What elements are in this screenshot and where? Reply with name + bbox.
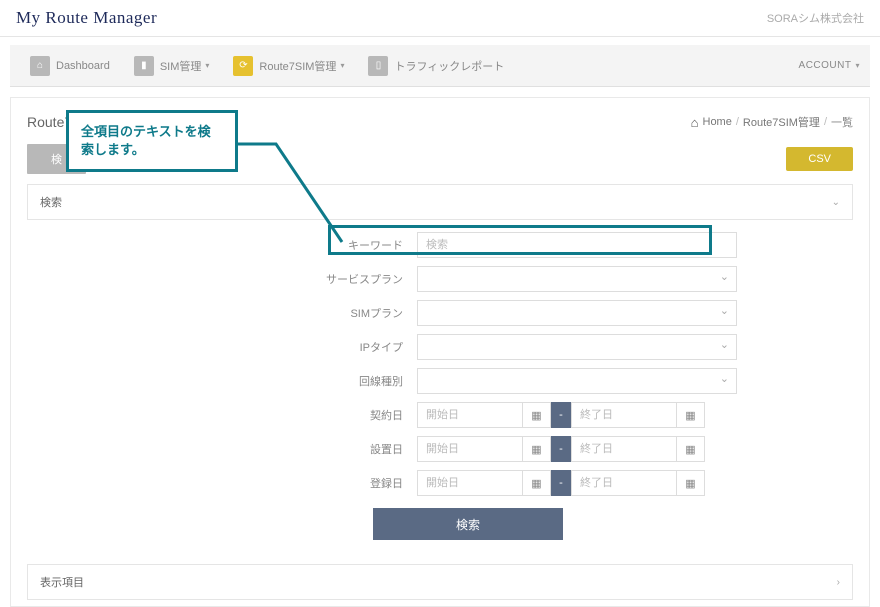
install-start-input[interactable] (417, 436, 523, 462)
nav-route7-label: Route7SIM管理 (259, 58, 336, 74)
csv-button[interactable]: CSV (786, 147, 853, 171)
calendar-icon[interactable]: ▦ (677, 436, 705, 462)
ip-type-select[interactable] (417, 334, 737, 360)
label-sim-plan: SIMプラン (27, 305, 417, 321)
breadcrumb-sep: / (736, 116, 739, 128)
chevron-down-icon: ⌄ (832, 197, 840, 208)
chart-icon: ▯ (368, 56, 388, 76)
register-start-input[interactable] (417, 470, 523, 496)
route7-icon: ⟳ (233, 56, 253, 76)
sim-plan-select[interactable] (417, 300, 737, 326)
nav-dashboard-label: Dashboard (56, 60, 110, 72)
label-register-date: 登録日 (27, 475, 417, 491)
chevron-right-icon: › (837, 577, 840, 588)
home-icon: ⌂ (30, 56, 50, 76)
date-separator: - (551, 470, 571, 496)
install-end-input[interactable] (571, 436, 677, 462)
display-items-accordion[interactable]: 表示項目 › (27, 564, 853, 600)
breadcrumb: ⌂ Home / Route7SIM管理 / 一覧 (691, 114, 853, 130)
label-service-plan: サービスプラン (27, 271, 417, 287)
breadcrumb-home[interactable]: Home (703, 116, 732, 128)
tooltip-text: 全項目のテキストを検索します。 (81, 124, 211, 157)
nav-account[interactable]: ACCOUNT ▾ (799, 60, 860, 71)
label-contract-date: 契約日 (27, 407, 417, 423)
nav-dashboard[interactable]: ⌂ Dashboard (20, 50, 120, 82)
nav-traffic[interactable]: ▯ トラフィックレポート (358, 50, 514, 82)
nav-bar: ⌂ Dashboard ▮ SIM管理 ▾ ⟳ Route7SIM管理 ▾ ▯ … (10, 45, 870, 87)
search-button[interactable]: 検索 (373, 508, 563, 540)
chevron-down-icon: ▾ (855, 61, 860, 70)
brand-title: My Route Manager (16, 8, 157, 28)
sim-icon: ▮ (134, 56, 154, 76)
breadcrumb-sep: / (824, 116, 827, 128)
home-icon: ⌂ (691, 115, 699, 130)
label-line-type: 回線種別 (27, 373, 417, 389)
calendar-icon[interactable]: ▦ (677, 470, 705, 496)
display-items-label: 表示項目 (40, 574, 84, 590)
breadcrumb-group[interactable]: Route7SIM管理 (743, 114, 820, 130)
nav-traffic-label: トラフィックレポート (394, 58, 504, 74)
service-plan-select[interactable] (417, 266, 737, 292)
keyword-input[interactable] (417, 232, 737, 258)
nav-sim[interactable]: ▮ SIM管理 ▾ (124, 50, 220, 82)
search-accordion-label: 検索 (40, 194, 62, 210)
calendar-icon[interactable]: ▦ (677, 402, 705, 428)
date-separator: - (551, 436, 571, 462)
nav-account-label: ACCOUNT (799, 60, 852, 71)
brand-bar: My Route Manager SORAシム株式会社 (0, 0, 880, 37)
nav-route7[interactable]: ⟳ Route7SIM管理 ▾ (223, 50, 354, 82)
calendar-icon[interactable]: ▦ (523, 470, 551, 496)
brand-company: SORAシム株式会社 (767, 10, 864, 26)
register-end-input[interactable] (571, 470, 677, 496)
label-install-date: 設置日 (27, 441, 417, 457)
contract-end-input[interactable] (571, 402, 677, 428)
search-accordion-header[interactable]: 検索 ⌄ (27, 184, 853, 220)
tooltip-bubble: 全項目のテキストを検索します。 (66, 110, 238, 172)
main-panel: Route7SIM一覧 ⌂ Home / Route7SIM管理 / 一覧 検 … (10, 97, 870, 607)
date-separator: - (551, 402, 571, 428)
chevron-down-icon: ▾ (205, 61, 209, 70)
label-keyword: キーワード (27, 237, 417, 253)
contract-start-input[interactable] (417, 402, 523, 428)
calendar-icon[interactable]: ▦ (523, 402, 551, 428)
calendar-icon[interactable]: ▦ (523, 436, 551, 462)
line-type-select[interactable] (417, 368, 737, 394)
search-form: キーワード サービスプラン SIMプラン IPタイプ 回線種別 契約日 ▦ (27, 232, 853, 564)
nav-sim-label: SIM管理 (160, 58, 202, 74)
label-ip-type: IPタイプ (27, 339, 417, 355)
breadcrumb-current: 一覧 (831, 114, 853, 130)
chevron-down-icon: ▾ (340, 61, 344, 70)
